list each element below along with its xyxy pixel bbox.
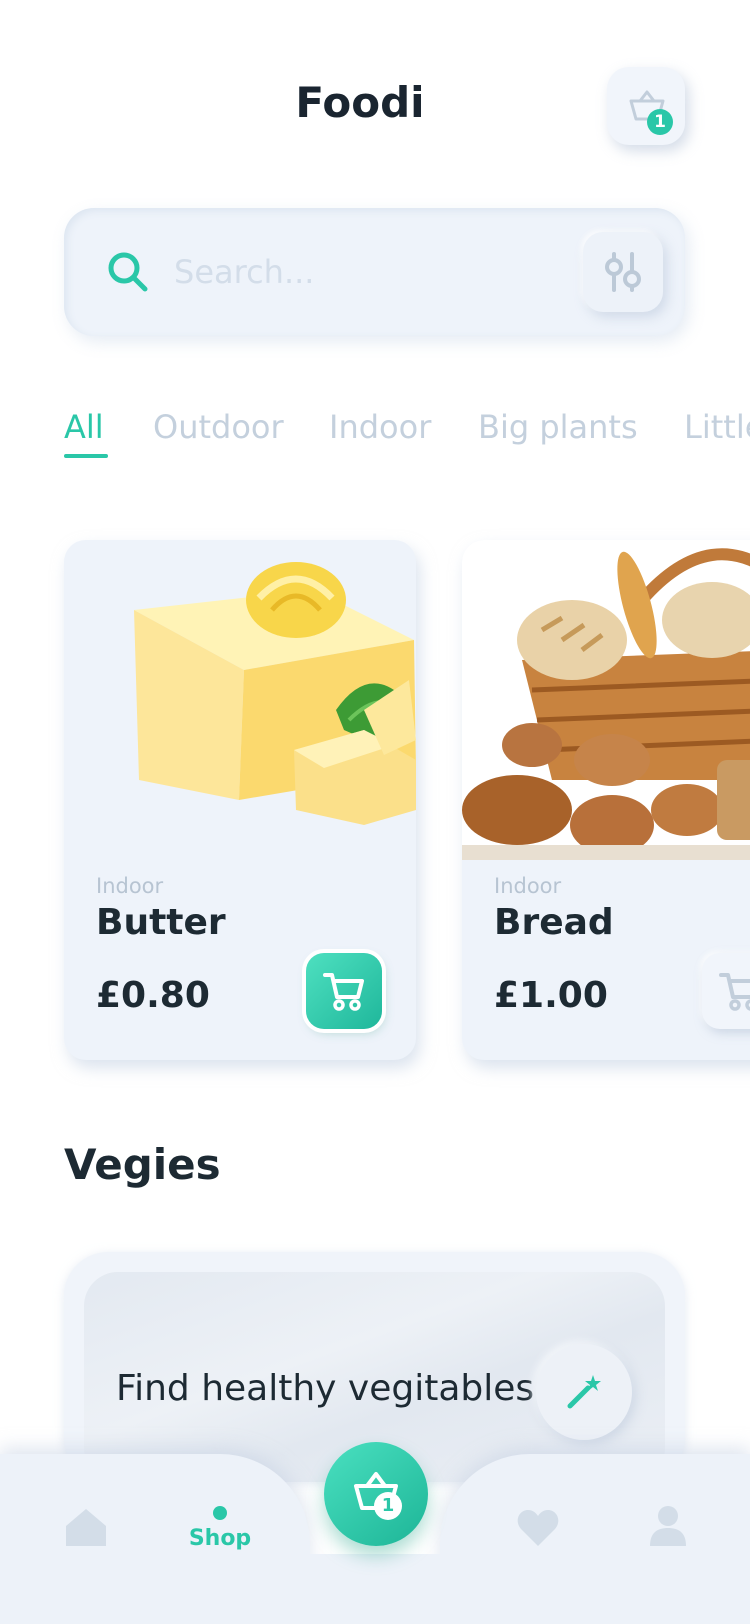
nav-home[interactable]: [64, 1506, 108, 1552]
home-icon: [66, 1509, 106, 1546]
heart-icon: [517, 1510, 559, 1546]
magic-wand-button[interactable]: [536, 1344, 632, 1440]
nav-favorites[interactable]: [516, 1508, 560, 1552]
fab-badge: 1: [374, 1492, 402, 1520]
product-name: Bread: [494, 902, 614, 943]
basket-fab-button[interactable]: 1: [324, 1442, 428, 1546]
nav-left-panel: [0, 1454, 310, 1624]
nav-shop[interactable]: Shop: [180, 1506, 260, 1551]
tab-all[interactable]: All: [64, 408, 104, 446]
tab-outdoor[interactable]: Outdoor: [153, 408, 284, 446]
cart-icon: [323, 973, 364, 1011]
category-tabs: All Outdoor Indoor Big plants Little: [64, 408, 750, 458]
product-card[interactable]: Indoor Bread £1.00: [462, 540, 750, 1060]
active-dot-indicator: [213, 1506, 227, 1520]
sliders-icon: [605, 252, 641, 292]
magic-wand-icon: [567, 1375, 601, 1409]
search-bar: [64, 208, 685, 336]
tab-indoor[interactable]: Indoor: [329, 408, 431, 446]
add-to-cart-button[interactable]: [702, 953, 750, 1029]
product-price: £0.80: [96, 975, 210, 1016]
cart-button[interactable]: 1: [607, 67, 685, 145]
profile-icon: [650, 1506, 686, 1546]
section-title: Vegies: [64, 1140, 221, 1189]
product-price: £1.00: [494, 975, 608, 1016]
add-to-cart-button[interactable]: [306, 953, 382, 1029]
cart-icon: [719, 973, 750, 1011]
tab-little[interactable]: Little: [684, 408, 750, 446]
search-input[interactable]: [174, 246, 534, 298]
header: Foodi 1: [0, 0, 750, 200]
active-tab-indicator: [64, 454, 108, 458]
product-category: Indoor: [494, 874, 562, 898]
product-name: Butter: [96, 902, 226, 943]
nav-shop-label: Shop: [188, 1526, 252, 1551]
promo-text: Find healthy vegitables: [116, 1368, 535, 1409]
butter-image: [134, 562, 416, 825]
nav-right-panel: [440, 1454, 750, 1624]
search-icon: [108, 252, 148, 292]
bread-basket-image: [462, 540, 750, 860]
nav-profile[interactable]: [648, 1504, 688, 1552]
product-card[interactable]: Indoor Butter £0.80: [64, 540, 416, 1060]
product-category: Indoor: [96, 874, 164, 898]
tab-big-plants[interactable]: Big plants: [478, 408, 638, 446]
cart-badge: 1: [647, 109, 673, 135]
nav-center-panel: [300, 1554, 450, 1624]
filter-button[interactable]: [583, 232, 663, 312]
